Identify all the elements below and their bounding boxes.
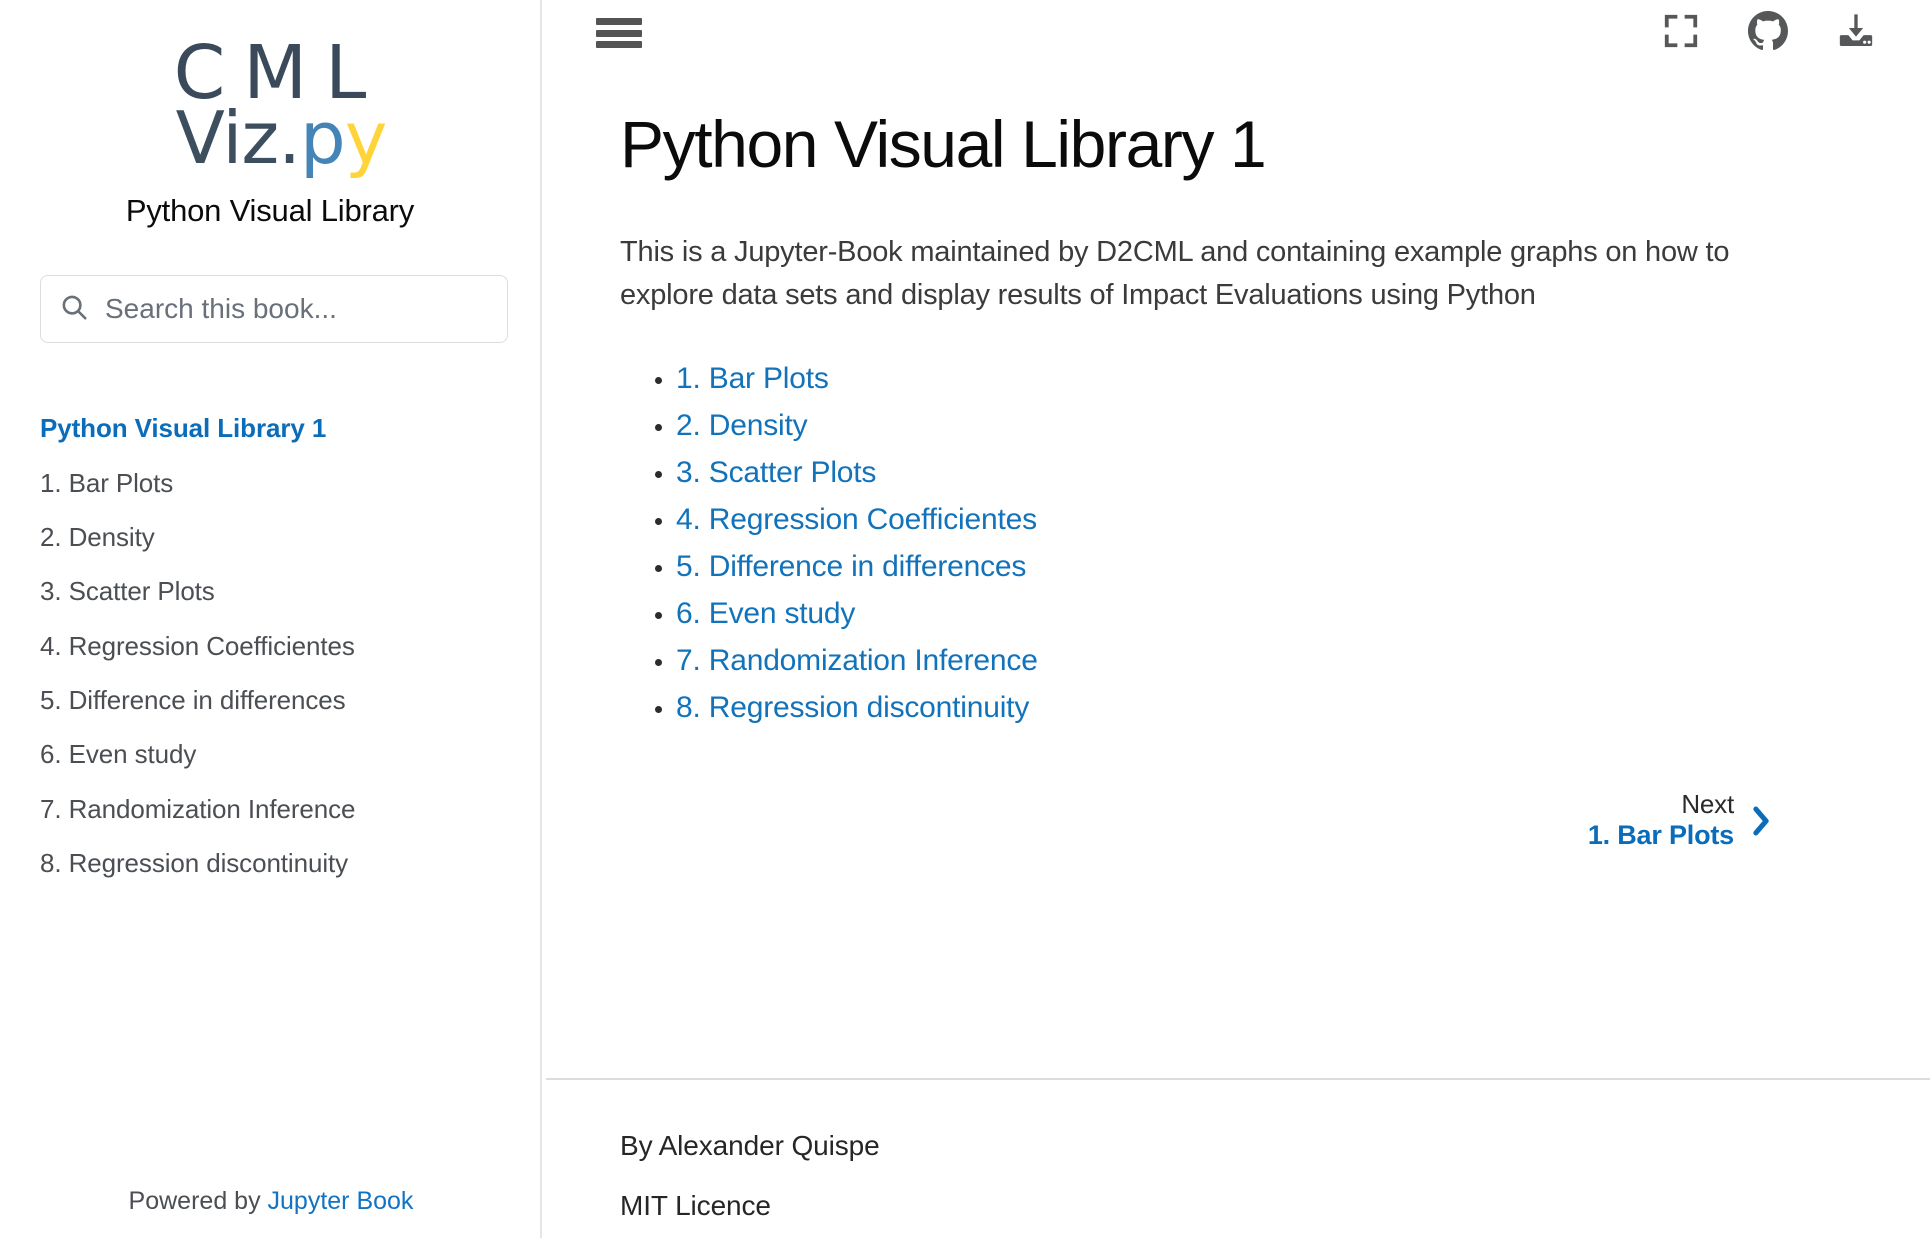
site-subtitle: Python Visual Library	[125, 193, 415, 229]
chapter-link-regression-coefficientes[interactable]: 4. Regression Coefficientes	[676, 503, 1037, 536]
sidebar-item-density[interactable]: 2. Density	[40, 510, 540, 564]
list-item: 3. Scatter Plots	[40, 564, 540, 618]
page-footer: By Alexander Quispe MIT Licence	[542, 1102, 1930, 1222]
next-label: Next	[1681, 789, 1734, 820]
list-item: 1. Bar Plots	[676, 362, 1820, 396]
sidebar-item-randomization-inference[interactable]: 7. Randomization Inference	[40, 782, 540, 836]
search-input[interactable]	[103, 292, 489, 327]
list-item: 8. Regression discontinuity	[40, 836, 540, 890]
jupyter-book-link[interactable]: Jupyter Book	[268, 1187, 414, 1215]
list-item: 3. Scatter Plots	[676, 456, 1820, 490]
page-title: Python Visual Library 1	[620, 107, 1267, 181]
intro-paragraph: This is a Jupyter-Book maintained by D2C…	[620, 235, 1730, 311]
footer-divider	[546, 1078, 1930, 1080]
download-icon[interactable]	[1836, 11, 1876, 51]
logo-dot-part: .	[278, 96, 301, 180]
logo-y-part: y	[344, 96, 388, 180]
footer-licence: MIT Licence	[620, 1190, 771, 1221]
next-page-button[interactable]: Next 1. Bar Plots	[1588, 789, 1774, 852]
next-page-text: Next 1. Bar Plots	[1588, 789, 1734, 852]
list-item: 5. Difference in differences	[40, 673, 540, 727]
powered-by-label: Powered by	[128, 1187, 268, 1215]
hamburger-menu-icon[interactable]	[596, 15, 642, 51]
site-logo[interactable]: CML Viz.py Python Visual Library	[105, 36, 435, 229]
chapter-link-scatter-plots[interactable]: 3. Scatter Plots	[676, 456, 876, 489]
main-content: Python Visual Library 1 This is a Jupyte…	[542, 0, 1930, 1238]
list-item: 4. Regression Coefficientes	[676, 503, 1820, 537]
list-item: 8. Regression discontinuity	[676, 691, 1820, 725]
list-item: 2. Density	[40, 510, 540, 564]
footer-author: By Alexander Quispe	[620, 1130, 880, 1161]
list-item: 7. Randomization Inference	[40, 782, 540, 836]
list-item: 6. Even study	[676, 597, 1820, 631]
sidebar-item-scatter-plots[interactable]: 3. Scatter Plots	[40, 564, 540, 618]
sidebar-item-python-visual-library-1[interactable]: Python Visual Library 1	[40, 401, 540, 455]
sidebar-item-bar-plots[interactable]: 1. Bar Plots	[40, 456, 540, 510]
chapter-link-density[interactable]: 2. Density	[676, 409, 808, 442]
search-box[interactable]	[40, 275, 508, 344]
table-of-contents: Python Visual Library 1 1. Bar Plots 2. …	[0, 401, 540, 890]
chapter-link-bar-plots[interactable]: 1. Bar Plots	[676, 362, 829, 395]
logo-p-part: p	[300, 96, 346, 180]
logo-vizpy-text: Viz.py	[127, 101, 435, 175]
list-item: Python Visual Library 1	[40, 401, 540, 455]
chapter-link-randomization-inference[interactable]: 7. Randomization Inference	[676, 644, 1038, 677]
logo-viz-part: Viz	[175, 96, 279, 180]
next-page-title: 1. Bar Plots	[1587, 820, 1734, 851]
chevron-right-icon	[1748, 804, 1774, 838]
top-toolbar	[542, 0, 1930, 62]
list-item: 7. Randomization Inference	[676, 644, 1820, 678]
list-item: 6. Even study	[40, 727, 540, 781]
list-item: 5. Difference in differences	[676, 550, 1820, 584]
chapter-link-difference-in-differences[interactable]: 5. Difference in differences	[676, 550, 1026, 583]
article-inner: Python Visual Library 1 This is a Jupyte…	[542, 108, 1930, 852]
fullscreen-icon[interactable]	[1662, 12, 1700, 50]
list-item: 2. Density	[676, 409, 1820, 443]
sidebar-footer: Powered by Jupyter Book	[0, 1187, 542, 1216]
chapter-link-even-study[interactable]: 6. Even study	[676, 597, 855, 630]
list-item: 4. Regression Coefficientes	[40, 619, 540, 673]
prev-next-navigation: Next 1. Bar Plots	[620, 789, 1820, 852]
toolbar-actions	[1662, 11, 1884, 51]
github-icon[interactable]	[1748, 11, 1788, 51]
sidebar: CML Viz.py Python Visual Library Python …	[0, 0, 542, 1238]
sidebar-item-regression-discontinuity[interactable]: 8. Regression discontinuity	[40, 836, 540, 890]
jupyter-book-page: CML Viz.py Python Visual Library Python …	[0, 0, 1930, 1238]
sidebar-item-even-study[interactable]: 6. Even study	[40, 727, 540, 781]
sidebar-item-difference-in-differences[interactable]: 5. Difference in differences	[40, 673, 540, 727]
chapter-link-regression-discontinuity[interactable]: 8. Regression discontinuity	[676, 691, 1029, 724]
search-icon	[59, 292, 89, 327]
list-item: 1. Bar Plots	[40, 456, 540, 510]
chapter-link-list: 1. Bar Plots 2. Density 3. Scatter Plots…	[620, 362, 1820, 725]
article-body: Python Visual Library 1 This is a Jupyte…	[542, 62, 1930, 1221]
sidebar-item-regression-coefficientes[interactable]: 4. Regression Coefficientes	[40, 619, 540, 673]
